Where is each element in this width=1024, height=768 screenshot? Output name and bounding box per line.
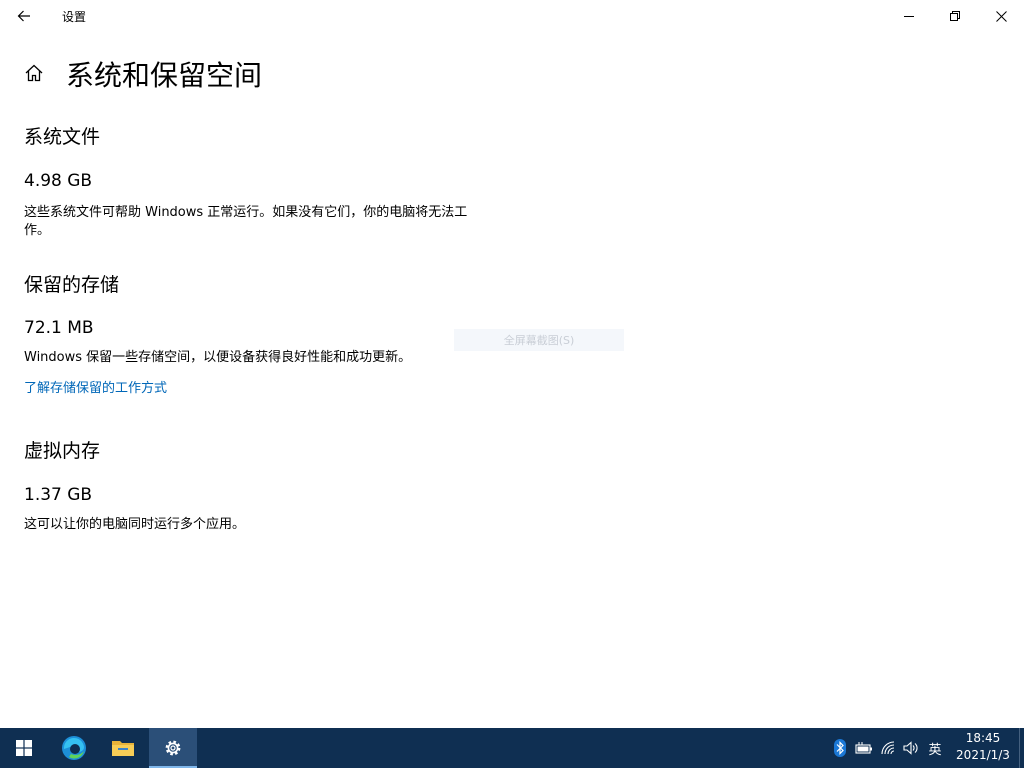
- input-method-indicator[interactable]: 英: [925, 738, 945, 758]
- taskbar-edge-button[interactable]: [50, 728, 98, 768]
- virtual-memory-description: 这可以让你的电脑同时运行多个应用。: [24, 517, 246, 532]
- section-heading-reserved-storage: 保留的存储: [24, 274, 120, 296]
- minimize-button[interactable]: [886, 0, 932, 32]
- system-files-description: 这些系统文件可帮助 Windows 正常运行。如果没有它们，你的电脑将无法工作。: [24, 205, 468, 238]
- system-files-size: 4.98 GB: [24, 171, 93, 191]
- battery-plug-icon: [855, 742, 872, 754]
- bluetooth-tray-button[interactable]: [833, 738, 847, 758]
- bluetooth-icon: [834, 739, 846, 757]
- section-heading-virtual-memory: 虚拟内存: [24, 440, 101, 462]
- title-bar: 设置: [0, 0, 1024, 32]
- gear-icon: [165, 740, 181, 756]
- restore-button[interactable]: [932, 0, 978, 32]
- close-button[interactable]: [978, 0, 1024, 32]
- close-icon: [995, 10, 1007, 22]
- home-icon: [25, 64, 43, 82]
- volume-tray-button[interactable]: [902, 738, 920, 758]
- clock-button[interactable]: 18:45 2021/1/3: [950, 730, 1016, 766]
- restore-icon: [950, 11, 960, 21]
- reserved-storage-size: 72.1 MB: [24, 318, 94, 338]
- reserved-storage-description: Windows 保留一些存储空间，以便设备获得良好性能和成功更新。: [24, 350, 412, 365]
- clock-time: 18:45: [965, 731, 1001, 745]
- show-desktop-button[interactable]: [1019, 728, 1024, 768]
- network-tray-button[interactable]: [880, 738, 898, 758]
- back-arrow-icon: [17, 10, 30, 22]
- wifi-icon: [881, 741, 895, 755]
- settings-window: 设置 系统和保留空间 系统文件 4.98 GB 这些系统文件可帮助 Window…: [0, 0, 1024, 728]
- folder-icon: [112, 741, 134, 756]
- power-tray-button[interactable]: [854, 738, 874, 758]
- start-button[interactable]: [0, 728, 48, 768]
- virtual-memory-size: 1.37 GB: [24, 485, 93, 505]
- speaker-icon: [903, 741, 918, 755]
- screenshot-hint-overlay: 全屏幕截图(S): [454, 329, 624, 351]
- app-title: 设置: [62, 10, 87, 24]
- section-heading-system-files: 系统文件: [24, 126, 101, 148]
- page-title: 系统和保留空间: [66, 59, 263, 92]
- home-button[interactable]: [22, 60, 46, 86]
- windows-logo-icon: [16, 740, 32, 756]
- back-button[interactable]: [8, 0, 40, 32]
- minimize-icon: [904, 16, 914, 17]
- edge-browser-icon: [62, 736, 86, 760]
- clock-date: 2021/1/3: [956, 748, 1010, 762]
- reserved-storage-learn-more-link[interactable]: 了解存储保留的工作方式: [24, 377, 167, 396]
- taskbar-file-explorer-button[interactable]: [99, 728, 147, 768]
- taskbar-settings-button[interactable]: [149, 728, 197, 768]
